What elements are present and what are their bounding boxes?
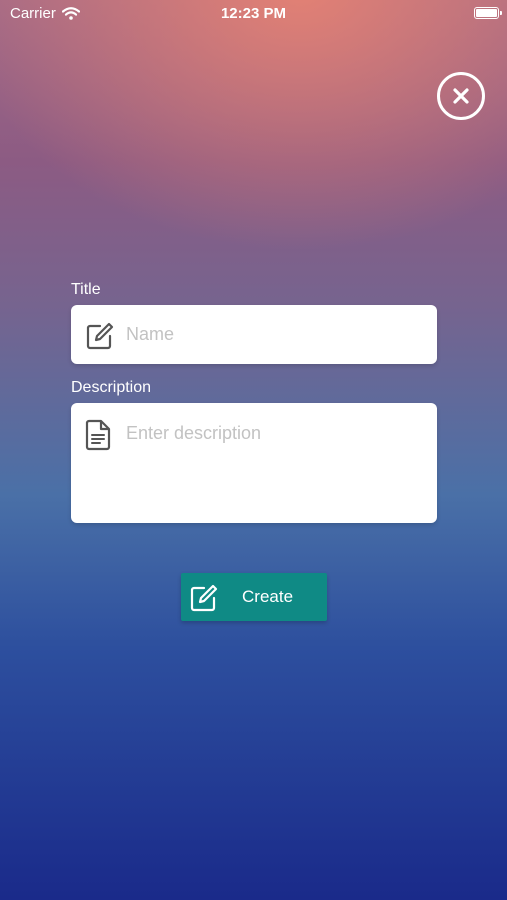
- title-field[interactable]: [71, 305, 437, 364]
- description-input[interactable]: [126, 423, 427, 523]
- close-icon: [453, 88, 469, 104]
- status-time: 12:23 PM: [220, 5, 287, 22]
- title-input[interactable]: [126, 305, 427, 364]
- create-button[interactable]: Create: [181, 573, 327, 621]
- create-button-label: Create: [242, 587, 294, 606]
- edit-icon: [190, 584, 218, 612]
- edit-icon: [86, 322, 114, 350]
- battery-icon: [474, 7, 502, 19]
- title-label: Title: [71, 281, 101, 298]
- description-label: Description: [71, 379, 152, 396]
- close-button[interactable]: [437, 72, 485, 120]
- status-bar: Carrier 12:23 PM: [0, 0, 507, 30]
- document-icon: [85, 419, 111, 451]
- description-field[interactable]: [71, 403, 437, 523]
